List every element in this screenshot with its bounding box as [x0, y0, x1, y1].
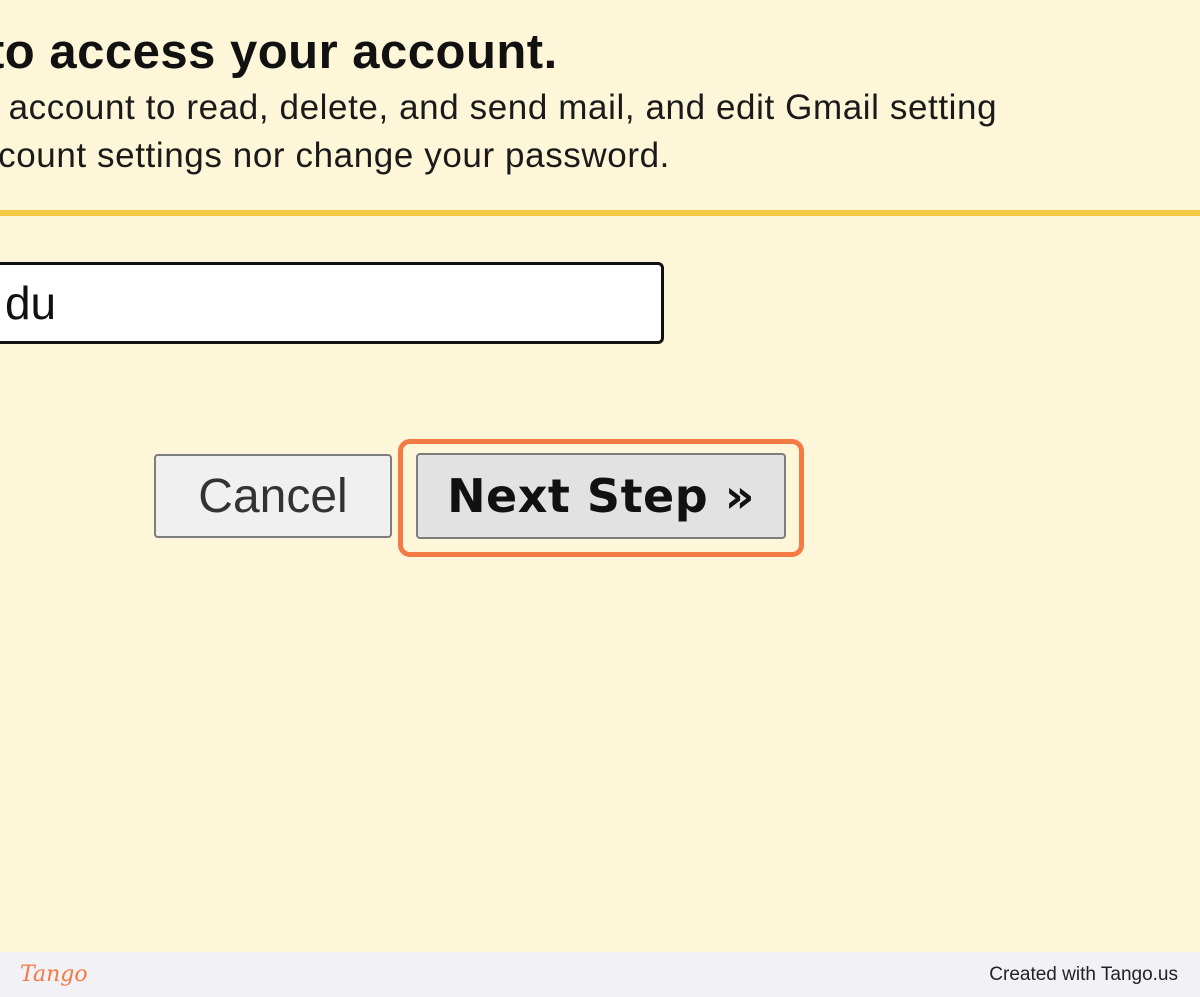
- dialog-description-line-1: r account to read, delete, and send mail…: [0, 88, 998, 127]
- tango-logo: Tango: [20, 962, 88, 987]
- dialog-heading: lder to access your account.: [0, 25, 558, 79]
- cancel-button[interactable]: Cancel: [154, 454, 392, 538]
- tango-footer: Tango Created with Tango.us: [0, 952, 1200, 997]
- divider: [0, 210, 1200, 216]
- screenshot-page: lder to access your account. r account t…: [0, 0, 1200, 997]
- created-with-credit: Created with Tango.us: [989, 963, 1178, 985]
- next-step-button[interactable]: Next Step »: [416, 453, 786, 539]
- email-input[interactable]: [0, 262, 664, 344]
- delegation-dialog: lder to access your account. r account t…: [0, 0, 1200, 952]
- dialog-description-line-2: ccount settings nor change your password…: [0, 136, 670, 175]
